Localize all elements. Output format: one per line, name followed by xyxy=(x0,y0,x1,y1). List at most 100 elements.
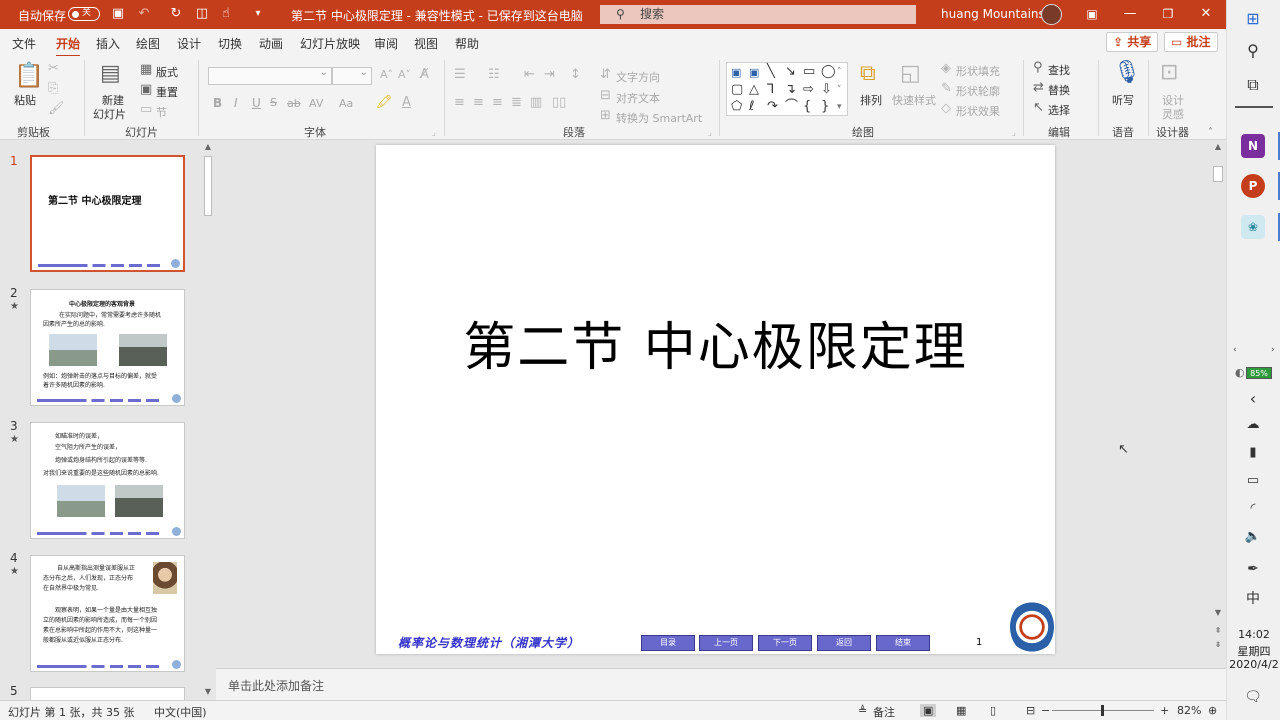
text-direction-button[interactable]: 文字方向 xyxy=(616,69,660,85)
onedrive-icon[interactable]: ☁ xyxy=(1240,412,1266,438)
fit-to-window-icon[interactable]: ⊕ xyxy=(1208,704,1217,717)
section-button[interactable]: 节 xyxy=(156,104,167,120)
collapse-ribbon-icon[interactable]: ˄ xyxy=(1208,126,1213,140)
scroll-up-icon[interactable]: ▲ xyxy=(1212,142,1224,151)
dictate-button[interactable]: 听写 xyxy=(1112,92,1134,108)
save-icon[interactable]: ▣ xyxy=(110,6,126,22)
slide-title[interactable]: 第二节 中心极限定理 xyxy=(376,305,1055,380)
right-arrow-shape-icon[interactable]: ⇨ xyxy=(803,83,814,97)
tab-animations[interactable]: 动画 xyxy=(259,35,283,52)
clock-weekday[interactable]: 星期四 xyxy=(1227,643,1280,659)
align-text-button[interactable]: 对齐文本 xyxy=(616,90,660,106)
grow-font-icon[interactable]: A˄ xyxy=(380,68,393,82)
copy-icon[interactable]: ⎘ xyxy=(48,82,58,96)
quick-styles-icon[interactable]: ◱ xyxy=(900,62,921,86)
font-family-select[interactable] xyxy=(208,67,332,85)
media-app-icon[interactable]: ❀ xyxy=(1241,215,1265,239)
shape-outline-button[interactable]: 形状轮廓 xyxy=(956,83,1000,99)
restore-icon[interactable]: ❐ xyxy=(1160,6,1176,22)
slideshow-view-icon[interactable]: ⊟ xyxy=(1026,704,1035,717)
line-shape-icon[interactable]: ╲ xyxy=(767,65,775,79)
undo-icon[interactable]: ↶ xyxy=(136,6,152,22)
slide-sorter-icon[interactable]: ▦ xyxy=(956,704,966,717)
paragraph-dialog-launcher-icon[interactable]: ⌟ xyxy=(708,126,712,140)
tray-scroll-left-icon[interactable]: ‹ xyxy=(1233,345,1237,355)
current-slide[interactable]: 第二节 中心极限定理 概率论与数理统计（湘潭大学） 目录 上一页 下一页 返回 … xyxy=(376,145,1055,654)
font-dialog-launcher-icon[interactable]: ⌟ xyxy=(432,126,436,140)
tab-transitions[interactable]: 切换 xyxy=(218,35,242,52)
task-view-icon[interactable]: ⧉ xyxy=(1240,72,1266,98)
customize-toolbar-icon[interactable]: ▾ xyxy=(250,6,266,22)
clock-time[interactable]: 14:02 xyxy=(1227,628,1280,641)
find-button[interactable]: 查找 xyxy=(1048,62,1070,78)
touch-mode-icon[interactable]: ☝ xyxy=(218,6,234,22)
onenote-app-icon[interactable]: N xyxy=(1241,134,1265,158)
powerpoint-app-icon[interactable]: P xyxy=(1241,174,1265,198)
align-right-icon[interactable]: ≡ xyxy=(492,96,503,110)
tray-scroll-right-icon[interactable]: › xyxy=(1271,345,1275,355)
tab-review[interactable]: 审阅 xyxy=(374,35,398,52)
notes-pane[interactable]: 单击此处添加备注 xyxy=(216,668,1226,700)
elbow-connector-icon[interactable]: ⅂ xyxy=(767,83,774,97)
close-icon[interactable]: ✕ xyxy=(1198,6,1214,22)
pen-icon[interactable]: ✒ xyxy=(1240,556,1266,582)
oval-shape-icon[interactable]: ◯ xyxy=(821,65,836,79)
bullets-icon[interactable]: ☰ xyxy=(454,68,466,82)
usb-icon[interactable]: ▮ xyxy=(1240,440,1266,466)
elbow-arrow-icon[interactable]: ↴ xyxy=(785,83,796,97)
gallery-up-icon[interactable]: ˄ xyxy=(837,65,842,79)
right-brace-shape-icon[interactable]: } xyxy=(821,100,829,114)
gallery-more-icon[interactable]: ▾ xyxy=(837,100,842,114)
reset-button[interactable]: 重置 xyxy=(156,84,178,100)
battery-indicator[interactable]: 85% xyxy=(1246,367,1272,379)
new-slide-label-2[interactable]: 幻灯片 xyxy=(93,106,126,122)
avatar[interactable] xyxy=(1041,4,1062,25)
font-size-select[interactable] xyxy=(332,67,372,85)
show-hidden-icons-icon[interactable]: ‹ xyxy=(1240,386,1266,412)
new-slide-icon[interactable]: ▤ xyxy=(100,62,121,86)
line-spacing-icon[interactable]: ↕ xyxy=(570,68,581,82)
nav-next-button[interactable]: 下一页 xyxy=(758,635,812,651)
wifi-icon[interactable]: ◜ xyxy=(1240,496,1266,522)
bold-button[interactable]: B xyxy=(213,96,222,110)
scroll-down-icon[interactable]: ▼ xyxy=(1212,608,1224,617)
replace-button[interactable]: 替换 xyxy=(1048,82,1070,98)
align-center-icon[interactable]: ≡ xyxy=(473,96,484,110)
search-input[interactable]: ⚲ 搜索 xyxy=(600,5,916,24)
volume-icon[interactable]: 🔈 xyxy=(1240,524,1266,550)
char-spacing-button[interactable]: AV xyxy=(309,97,323,110)
notes-toggle-button[interactable]: 备注 xyxy=(873,704,895,720)
cut-icon[interactable]: ✂ xyxy=(48,62,59,76)
distributed-icon[interactable]: ▥ xyxy=(530,96,542,110)
comment-button[interactable]: ▭ 批注 xyxy=(1164,32,1218,52)
search-icon[interactable]: ⚲ xyxy=(1240,38,1266,64)
normal-view-icon[interactable]: ▣ xyxy=(920,704,937,717)
nav-return-button[interactable]: 返回 xyxy=(817,635,871,651)
battery-icon[interactable]: ▭ xyxy=(1240,468,1266,494)
slide-thumbnail-2[interactable]: 中心极限定理的客观背景 在实际问题中，常常需要考虑许多随机 因素所产生的总的影响… xyxy=(30,289,185,406)
shrink-font-icon[interactable]: A˅ xyxy=(398,68,411,82)
nav-end-button[interactable]: 结束 xyxy=(876,635,930,651)
arrow-shape-icon[interactable]: ↘ xyxy=(785,65,796,79)
triangle-shape-icon[interactable]: △ xyxy=(749,83,759,97)
align-left-icon[interactable]: ≡ xyxy=(454,96,465,110)
columns-icon[interactable]: ▯▯ xyxy=(552,96,566,110)
zoom-out-icon[interactable]: − xyxy=(1041,704,1050,717)
microphone-icon[interactable]: 🎙 xyxy=(1113,60,1141,86)
shapes-gallery[interactable]: ▣ ▣ ╲ ↘ ▭ ◯ ▢ △ ⅂ ↴ ⇨ ⇩ ⬠ ℓ ↷ ⌒ { } ˄ ˅ … xyxy=(726,62,848,116)
scribble-shape-icon[interactable]: ℓ xyxy=(749,100,754,114)
share-button[interactable]: ⇪ 共享 xyxy=(1106,32,1159,52)
strikethrough-button[interactable]: ab xyxy=(287,97,301,110)
ime-indicator[interactable]: 中 xyxy=(1240,586,1266,612)
highlight-icon[interactable]: 🖍 xyxy=(376,96,393,110)
rounded-rect-shape-icon[interactable]: ▢ xyxy=(731,83,743,97)
gallery-down-icon[interactable]: ˅ xyxy=(837,83,842,97)
change-case-button[interactable]: Aa xyxy=(339,97,353,110)
slide-scrollbar[interactable]: ▲ ▼ ⇞ ⇟ xyxy=(1210,140,1226,649)
zoom-slider-handle[interactable] xyxy=(1101,705,1104,716)
vertical-textbox-shape-icon[interactable]: ▣ xyxy=(749,66,759,80)
font-color-icon[interactable]: A xyxy=(402,96,411,110)
layout-button[interactable]: 版式 xyxy=(156,64,178,80)
autosave-toggle[interactable]: 关 xyxy=(68,7,100,21)
scrollbar-thumb[interactable] xyxy=(1213,166,1223,182)
